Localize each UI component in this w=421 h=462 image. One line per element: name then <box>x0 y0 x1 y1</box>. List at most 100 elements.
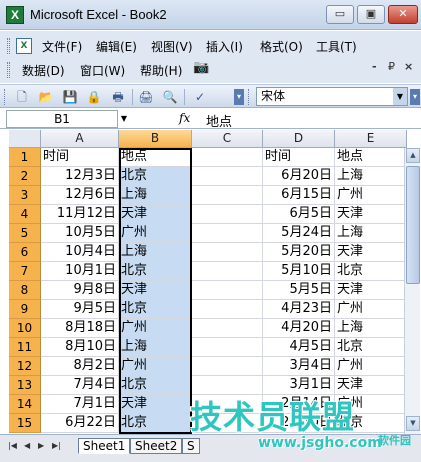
cell-d9[interactable]: 4月23日 <box>263 300 335 319</box>
cell-b5[interactable]: 广州 <box>119 224 192 243</box>
cell-d1[interactable]: 时间 <box>263 148 335 167</box>
print-icon[interactable]: 🖶 <box>110 89 126 105</box>
next-sheet-icon[interactable]: ▶ <box>38 441 44 450</box>
toolbar-grip-icon[interactable] <box>248 89 251 105</box>
new-file-icon[interactable]: 🗋 <box>14 89 30 105</box>
vertical-scrollbar[interactable]: ▲ ▼ <box>404 148 420 434</box>
formula-input[interactable]: 地点 <box>206 111 232 130</box>
permission-icon[interactable]: 🔒 <box>86 89 102 105</box>
cell-e2[interactable]: 上海 <box>335 167 407 186</box>
cell-d7[interactable]: 5月10日 <box>263 262 335 281</box>
row-header[interactable]: 7 <box>9 262 41 281</box>
cell-e11[interactable]: 北京 <box>335 338 407 357</box>
cell-b11[interactable]: 上海 <box>119 338 192 357</box>
cell-c10[interactable] <box>192 319 263 338</box>
scroll-thumb[interactable] <box>406 166 420 284</box>
doc-minimize-button[interactable]: - <box>372 60 377 73</box>
cell-b2[interactable]: 北京 <box>119 167 192 186</box>
cell-c4[interactable] <box>192 205 263 224</box>
cell-a5[interactable]: 10月5日 <box>41 224 119 243</box>
row-header[interactable]: 3 <box>9 186 41 205</box>
cell-d8[interactable]: 5月5日 <box>263 281 335 300</box>
workbook-icon[interactable]: X <box>16 38 32 54</box>
cell-a8[interactable]: 9月8日 <box>41 281 119 300</box>
cell-b14[interactable]: 天津 <box>119 395 192 414</box>
row-header[interactable]: 2 <box>9 167 41 186</box>
cell-a1[interactable]: 时间 <box>41 148 119 167</box>
cell-a4[interactable]: 11月12日 <box>41 205 119 224</box>
menu-tools[interactable]: 工具(T) <box>316 38 357 55</box>
menu-help[interactable]: 帮助(H) <box>140 62 182 79</box>
row-header[interactable]: 5 <box>9 224 41 243</box>
cell-b13[interactable]: 北京 <box>119 376 192 395</box>
cell-e4[interactable]: 天津 <box>335 205 407 224</box>
preview-zoom-icon[interactable]: 🔍 <box>162 89 178 105</box>
cell-a9[interactable]: 9月5日 <box>41 300 119 319</box>
row-header[interactable]: 11 <box>9 338 41 357</box>
cell-c11[interactable] <box>192 338 263 357</box>
row-header[interactable]: 6 <box>9 243 41 262</box>
cell-c7[interactable] <box>192 262 263 281</box>
cell-e5[interactable]: 上海 <box>335 224 407 243</box>
cell-b10[interactable]: 广州 <box>119 319 192 338</box>
scroll-down-icon[interactable]: ▼ <box>406 416 420 431</box>
menu-grip-icon[interactable] <box>7 62 10 78</box>
last-sheet-icon[interactable]: ▶| <box>52 441 61 450</box>
cell-b6[interactable]: 上海 <box>119 243 192 262</box>
menu-grip-icon[interactable] <box>7 38 10 54</box>
cell-b8[interactable]: 天津 <box>119 281 192 300</box>
menu-insert[interactable]: 插入(I) <box>206 38 243 55</box>
cell-a7[interactable]: 10月1日 <box>41 262 119 281</box>
open-folder-icon[interactable]: 📂 <box>38 89 54 105</box>
cell-b9[interactable]: 北京 <box>119 300 192 319</box>
save-icon[interactable]: 💾 <box>62 89 78 105</box>
row-header[interactable]: 13 <box>9 376 41 395</box>
menu-data[interactable]: 数据(D) <box>22 62 65 79</box>
row-header[interactable]: 14 <box>9 395 41 414</box>
prev-sheet-icon[interactable]: ◀ <box>24 441 30 450</box>
close-button[interactable]: ✕ <box>388 5 418 24</box>
cell-a13[interactable]: 7月4日 <box>41 376 119 395</box>
cell-d10[interactable]: 4月20日 <box>263 319 335 338</box>
cell-a14[interactable]: 7月1日 <box>41 395 119 414</box>
cell-e1[interactable]: 地点 <box>335 148 407 167</box>
tab-sheet2[interactable]: Sheet2 <box>130 438 183 454</box>
cell-b1[interactable]: 地点 <box>119 148 192 167</box>
cell-b12[interactable]: 广州 <box>119 357 192 376</box>
tab-sheet1[interactable]: Sheet1 <box>78 438 131 454</box>
first-sheet-icon[interactable]: |◀ <box>8 441 17 450</box>
cell-c12[interactable] <box>192 357 263 376</box>
cell-d4[interactable]: 6月5日 <box>263 205 335 224</box>
cell-e7[interactable]: 北京 <box>335 262 407 281</box>
menu-format[interactable]: 格式(O) <box>260 38 303 55</box>
cell-d3[interactable]: 6月15日 <box>263 186 335 205</box>
cell-a2[interactable]: 12月3日 <box>41 167 119 186</box>
chevron-down-icon[interactable]: ▼ <box>118 110 130 128</box>
cell-d12[interactable]: 3月4日 <box>263 357 335 376</box>
maximize-button[interactable]: ▣ <box>357 5 385 24</box>
cell-e10[interactable]: 上海 <box>335 319 407 338</box>
cell-a6[interactable]: 10月4日 <box>41 243 119 262</box>
row-header[interactable]: 8 <box>9 281 41 300</box>
column-header-d[interactable]: D <box>263 130 335 148</box>
menu-file[interactable]: 文件(F) <box>42 38 82 55</box>
font-name-select[interactable]: 宋体 ▼ <box>256 87 408 106</box>
cell-a10[interactable]: 8月18日 <box>41 319 119 338</box>
cell-c5[interactable] <box>192 224 263 243</box>
menu-edit[interactable]: 编辑(E) <box>96 38 137 55</box>
name-box[interactable]: B1 <box>6 110 118 128</box>
cell-b4[interactable]: 天津 <box>119 205 192 224</box>
row-header[interactable]: 15 <box>9 414 41 433</box>
cell-a3[interactable]: 12月6日 <box>41 186 119 205</box>
cell-a12[interactable]: 8月2日 <box>41 357 119 376</box>
camera-icon[interactable]: 📷 <box>193 60 209 75</box>
cell-c1[interactable] <box>192 148 263 167</box>
row-header[interactable]: 4 <box>9 205 41 224</box>
function-icon[interactable]: fx <box>179 111 190 125</box>
tab-sheet3[interactable]: S <box>182 438 200 454</box>
doc-close-button[interactable]: × <box>404 60 413 73</box>
cell-d5[interactable]: 5月24日 <box>263 224 335 243</box>
cell-e12[interactable]: 广州 <box>335 357 407 376</box>
toolbar-grip-icon[interactable] <box>4 89 7 105</box>
scroll-up-icon[interactable]: ▲ <box>406 148 420 163</box>
